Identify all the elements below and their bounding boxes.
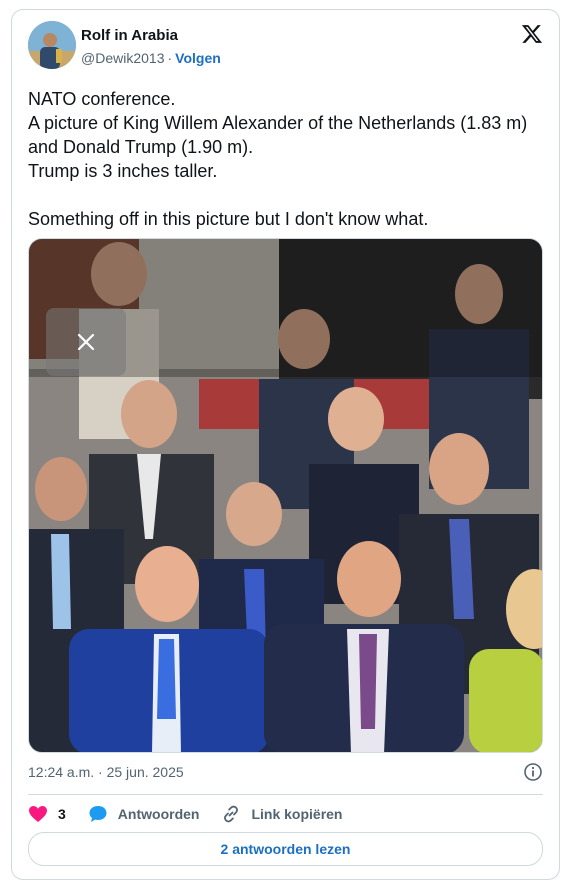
reply-label: Antwoorden bbox=[117, 806, 200, 822]
post-timestamp[interactable]: 12:24 a.m. · 25 jun. 2025 bbox=[28, 764, 184, 780]
copy-link-label: Link kopiëren bbox=[251, 806, 343, 822]
x-logo-icon[interactable] bbox=[521, 23, 543, 45]
author-handle-row: @Dewik2013 · Volgen bbox=[81, 50, 221, 66]
close-button[interactable] bbox=[46, 308, 126, 376]
avatar[interactable] bbox=[28, 21, 76, 69]
follow-button[interactable]: Volgen bbox=[175, 50, 221, 66]
read-replies-button[interactable]: 2 antwoorden lezen bbox=[28, 832, 543, 866]
like-button[interactable]: 3 bbox=[28, 805, 66, 823]
link-icon bbox=[224, 805, 239, 823]
handle-separator: · bbox=[167, 50, 173, 66]
author-handle[interactable]: @Dewik2013 bbox=[81, 50, 164, 66]
heart-icon bbox=[29, 806, 47, 822]
copy-link-button[interactable]: Link kopiëren bbox=[221, 804, 342, 824]
post-card: Rolf in Arabia @Dewik2013 · Volgen NATO co… bbox=[11, 9, 560, 880]
action-bar: 3 Antwoorden Link kopiëren bbox=[28, 804, 364, 824]
post-text: NATO conference. A picture of King Wille… bbox=[28, 89, 528, 229]
divider bbox=[28, 794, 543, 795]
reply-icon bbox=[89, 806, 107, 822]
author-name[interactable]: Rolf in Arabia bbox=[81, 27, 178, 44]
reply-button[interactable]: Antwoorden bbox=[88, 804, 200, 824]
info-icon[interactable] bbox=[523, 762, 543, 782]
close-icon bbox=[77, 333, 95, 351]
post-photo[interactable] bbox=[28, 238, 543, 753]
like-count: 3 bbox=[58, 806, 66, 822]
